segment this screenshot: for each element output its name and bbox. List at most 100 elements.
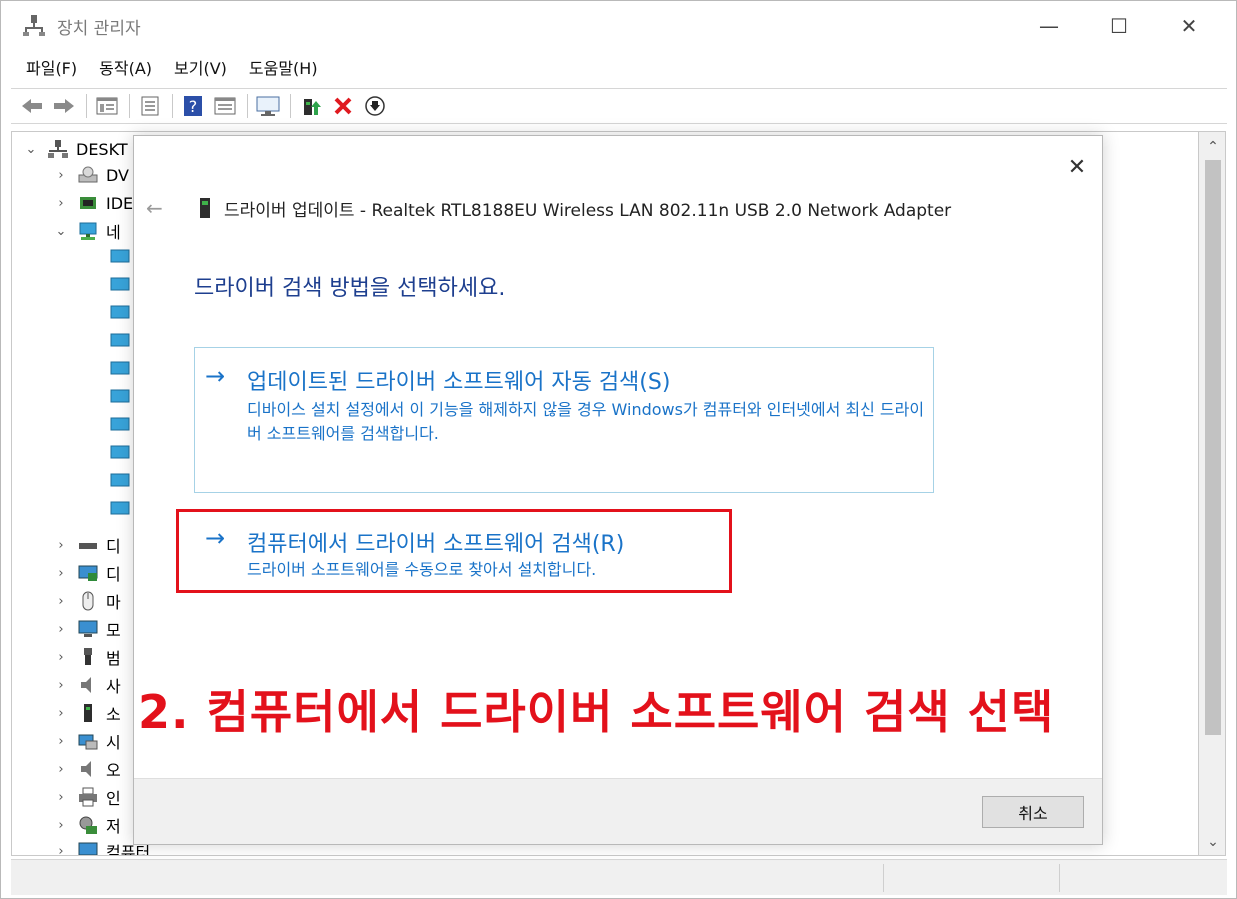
network-adapter-icon — [79, 222, 97, 240]
tree-item[interactable]: › 마 — [54, 588, 121, 614]
computer-root-icon — [48, 140, 68, 158]
chevron-down-icon[interactable]: ⌄ — [54, 224, 68, 239]
chevron-right-icon[interactable]: › — [54, 790, 68, 805]
dialog-title: 드라이버 업데이트 - Realtek RTL8188EU Wireless L… — [224, 200, 952, 221]
window-title: 장치 관리자 — [57, 19, 141, 39]
update-driver-dialog: ✕ ← 드라이버 업데이트 - Realtek RTL8188EU Wirele… — [133, 135, 1103, 845]
toolbar-separator — [129, 94, 130, 118]
printer-icon — [79, 787, 97, 807]
tree-item[interactable]: › 사 — [54, 672, 121, 698]
back-button[interactable] — [17, 91, 47, 121]
update-driver-button[interactable] — [296, 91, 326, 121]
status-divider — [883, 864, 884, 892]
back-icon — [22, 99, 42, 113]
tree-item-label: 네 — [106, 223, 121, 242]
dialog-close-button[interactable]: ✕ — [1054, 144, 1100, 190]
status-bar — [11, 859, 1227, 895]
tree-item[interactable]: › 시 — [54, 728, 120, 754]
toolbar-separator — [172, 94, 173, 118]
network-adapter-children-icons — [110, 249, 130, 515]
tree-item[interactable]: › 오 — [54, 756, 121, 782]
arrow-right-icon: → — [205, 362, 226, 390]
tree-item[interactable]: › IDE — [54, 190, 133, 216]
computer-icon — [78, 842, 98, 855]
chevron-right-icon[interactable]: › — [54, 622, 68, 637]
tree-item-label: DV — [106, 165, 129, 185]
status-divider — [1059, 864, 1060, 892]
scrollbar-thumb[interactable] — [1205, 160, 1221, 735]
storage-controller-icon — [79, 816, 97, 834]
scroll-up-button[interactable]: ⌃ — [1199, 134, 1227, 160]
scroll-down-button[interactable]: ⌄ — [1199, 829, 1227, 855]
properties-pane-button[interactable] — [92, 91, 122, 121]
view-icon — [214, 97, 236, 115]
disk-drive-icon — [79, 543, 97, 549]
dialog-header: ← 드라이버 업데이트 - Realtek RTL8188EU Wireless… — [146, 194, 951, 222]
menu-help[interactable]: 도움말(H) — [238, 51, 329, 87]
window-close-button[interactable]: ✕ — [1154, 1, 1224, 51]
help-button[interactable]: ? — [178, 91, 208, 121]
tree-item[interactable]: › 인 — [54, 784, 121, 810]
monitor-device-icon — [78, 620, 98, 637]
chevron-right-icon[interactable]: › — [54, 196, 68, 211]
chevron-right-icon[interactable]: › — [54, 566, 68, 581]
svg-text:?: ? — [189, 97, 198, 116]
cancel-button[interactable]: 취소 — [982, 796, 1084, 828]
toolbar-separator — [247, 94, 248, 118]
maximize-button[interactable]: ☐ — [1084, 1, 1154, 51]
forward-button[interactable] — [49, 91, 79, 121]
dialog-footer: 취소 — [134, 778, 1102, 844]
menu-view[interactable]: 보기(V) — [163, 51, 238, 87]
tree-item-label: 저 — [106, 817, 121, 836]
properties-pane-icon — [96, 97, 118, 115]
menu-file[interactable]: 파일(F) — [15, 51, 88, 87]
ide-controller-icon — [80, 197, 96, 209]
chevron-right-icon[interactable]: › — [54, 818, 68, 833]
tree-item-label: IDE — [106, 193, 134, 213]
chevron-right-icon[interactable]: › — [54, 844, 68, 856]
scan-hardware-button[interactable] — [253, 91, 283, 121]
tree-item[interactable]: › 디 — [54, 532, 121, 558]
tree-item[interactable]: › 모 — [54, 616, 121, 642]
download-button[interactable] — [360, 91, 390, 121]
chevron-right-icon[interactable]: › — [54, 538, 68, 553]
menu-action[interactable]: 동작(A) — [88, 51, 163, 87]
remove-device-button[interactable] — [328, 91, 358, 121]
chevron-right-icon[interactable]: › — [54, 168, 68, 183]
chevron-right-icon[interactable]: › — [54, 706, 68, 721]
chevron-right-icon[interactable]: › — [54, 678, 68, 693]
display-adapter-icon — [78, 565, 98, 581]
tree-item[interactable]: › DV — [54, 162, 129, 188]
view-button[interactable] — [210, 91, 240, 121]
chevron-right-icon[interactable]: › — [54, 594, 68, 609]
tree-item-label: 디 — [106, 537, 121, 556]
chevron-down-icon[interactable]: ⌄ — [24, 142, 38, 157]
chevron-right-icon[interactable]: › — [54, 762, 68, 777]
tree-item[interactable]: ⌄ 네 — [54, 218, 121, 244]
forward-icon — [54, 99, 74, 113]
tree-item-label: 오 — [106, 761, 121, 780]
vertical-scrollbar[interactable]: ⌃ ⌄ — [1198, 131, 1226, 856]
print-button[interactable] — [135, 91, 165, 121]
tree-item[interactable]: › 디 — [54, 560, 120, 586]
auto-search-description: 디바이스 설치 설정에서 이 기능을 해제하지 않을 경우 Windows가 컴… — [247, 400, 925, 443]
browse-computer-option[interactable]: → 컴퓨터에서 드라이버 소프트웨어 검색(R) 드라이버 소프트웨어를 수동으… — [176, 509, 732, 593]
toolbar-separator — [86, 94, 87, 118]
back-arrow-icon[interactable]: ← — [146, 196, 176, 220]
auto-search-option[interactable]: → 업데이트된 드라이버 소프트웨어 자동 검색(S) 디바이스 설치 설정에서… — [194, 347, 934, 493]
monitor-icon — [256, 96, 280, 116]
chevron-right-icon[interactable]: › — [54, 650, 68, 665]
print-icon — [141, 96, 159, 116]
tree-item-label: 소 — [106, 705, 121, 724]
tree-item-label: 범 — [106, 649, 121, 668]
tree-item[interactable]: › 소 — [54, 700, 121, 726]
usb-adapter-icon — [200, 198, 210, 218]
chevron-right-icon[interactable]: › — [54, 734, 68, 749]
tree-item-label: 마 — [106, 593, 121, 612]
tree-item-label: 사 — [106, 677, 121, 696]
tree-item[interactable]: › 범 — [54, 644, 121, 670]
minimize-button[interactable]: — — [1014, 1, 1084, 51]
tree-item[interactable]: › 저 — [54, 812, 121, 838]
tree-root-row[interactable]: ⌄ DESKT — [24, 136, 128, 162]
help-icon: ? — [184, 96, 202, 116]
